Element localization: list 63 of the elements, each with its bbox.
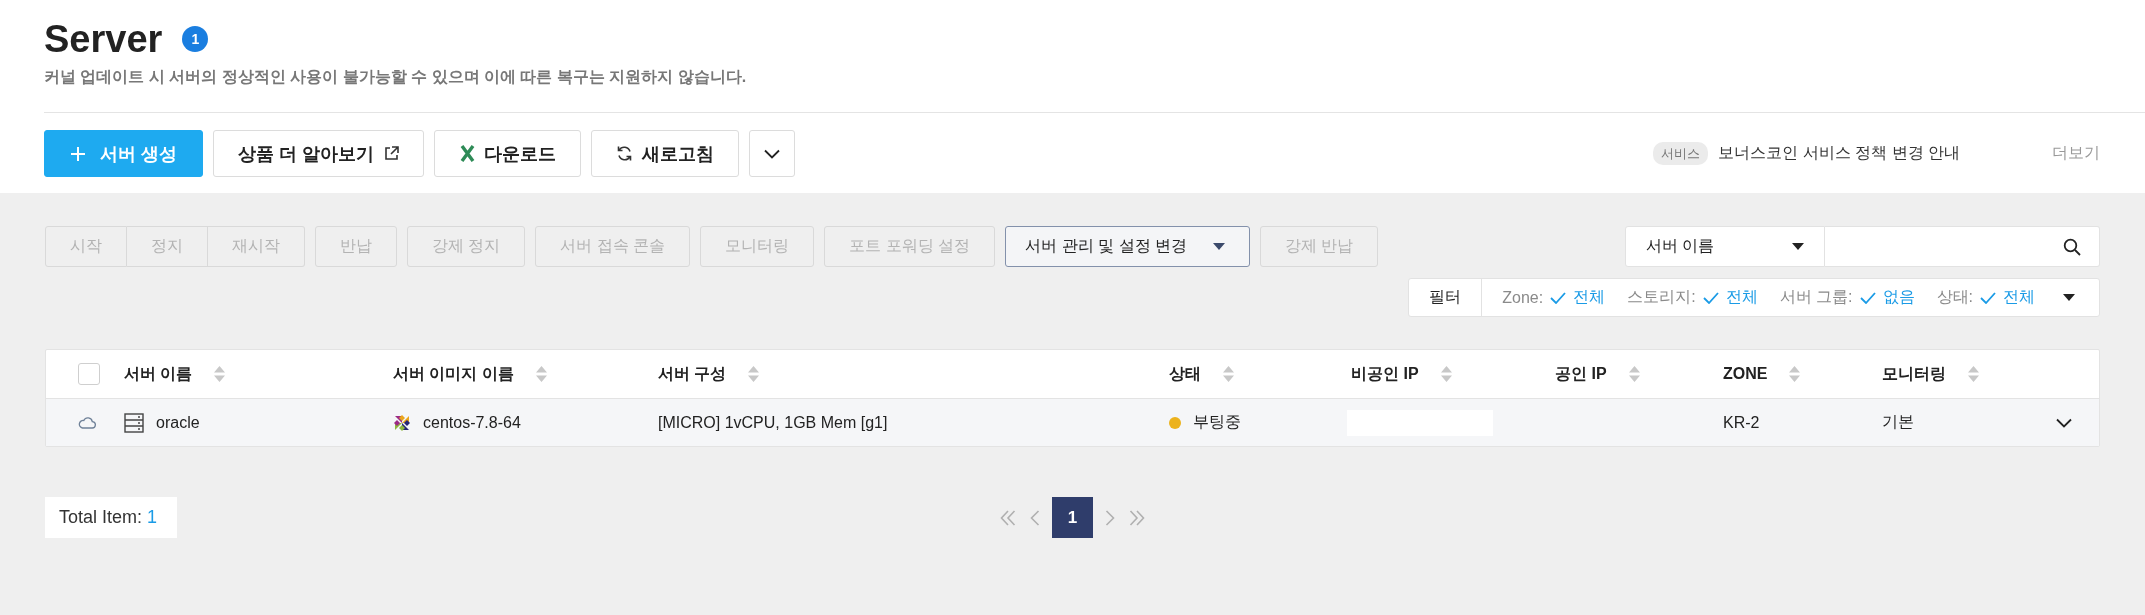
- check-icon: [1859, 291, 1876, 304]
- monitoring-text: 기본: [1882, 412, 1914, 432]
- learn-more-button[interactable]: 상품 더 알아보기: [213, 130, 424, 177]
- check-icon: [1980, 291, 1996, 304]
- spreadsheet-icon: [459, 145, 475, 162]
- search-icon: [2063, 237, 2081, 256]
- refresh-button[interactable]: 새로고침: [591, 130, 739, 177]
- cloud-icon: [78, 416, 96, 429]
- page-title: Server: [44, 19, 163, 59]
- field-select[interactable]: 서버 이름: [1625, 226, 1825, 267]
- zone-text: KR-2: [1723, 413, 1760, 432]
- select-all-checkbox[interactable]: [78, 363, 100, 385]
- refresh-icon: [616, 145, 633, 162]
- chevron-down-icon: [764, 148, 780, 159]
- sort-icon: [748, 366, 760, 382]
- more-button[interactable]: [749, 130, 795, 177]
- sort-icon: [1628, 366, 1640, 382]
- dropdown-button[interactable]: 서버 관리 및 설정 변경: [1005, 226, 1250, 267]
- news-link[interactable]: 보너스코인 서비스 정책 변경 안내: [1718, 143, 1960, 164]
- filter-name: 서버 그룹:: [1779, 287, 1853, 307]
- filter-name: 스토리지:: [1627, 287, 1696, 307]
- plus-icon: [70, 145, 86, 162]
- download-button[interactable]: 다운로드: [434, 130, 581, 177]
- chevron-right-icon: [1105, 509, 1115, 526]
- check-icon: [1550, 291, 1567, 304]
- caret-down-icon: [1792, 243, 1804, 250]
- column-header[interactable]: 서버 구성: [658, 363, 727, 385]
- server-icon: [124, 412, 144, 433]
- column-header[interactable]: 상태: [1169, 363, 1201, 385]
- sort-icon: [1223, 366, 1234, 382]
- filter-label: 필터: [1409, 279, 1483, 316]
- notice-text: 커널 업데이트 시 서버의 정상적인 사용이 불가능할 수 있으며 이에 따른 복구는 지원하지 않습니다.: [44, 67, 748, 87]
- server-spec: [MICRO] 1vCPU, 1GB Mem [g1]: [658, 413, 888, 432]
- filter-name: Zone:: [1502, 288, 1544, 307]
- column-header[interactable]: 서버 이름: [124, 363, 193, 385]
- caret-down-icon: [2063, 294, 2075, 301]
- status-text: 부팅중: [1193, 412, 1241, 432]
- image-name: centos-7.8-64: [423, 413, 521, 432]
- chevron-down-icon: [2056, 417, 2072, 428]
- server-name[interactable]: oracle: [156, 413, 200, 432]
- check-icon: [1702, 291, 1719, 304]
- chevron-left-icon: [1030, 509, 1040, 526]
- column-header[interactable]: 공인 IP: [1555, 363, 1607, 385]
- caret-down-icon: [1213, 243, 1225, 250]
- page-button[interactable]: 1: [1052, 497, 1093, 538]
- search-field[interactable]: [1825, 226, 2100, 267]
- double-chevron-right-icon: [1129, 509, 1145, 526]
- sort-icon: [1789, 366, 1801, 382]
- sort-icon: [1440, 366, 1452, 382]
- column-header[interactable]: 서버 이미지 이름: [393, 363, 514, 385]
- filter-name: 상태:: [1936, 287, 1973, 307]
- total-count: Total Item: 1: [45, 497, 178, 538]
- double-chevron-left-icon: [1000, 509, 1016, 526]
- category-tag: 서비스: [1653, 142, 1709, 165]
- column-header[interactable]: 비공인 IP: [1351, 363, 1419, 385]
- column-header[interactable]: 모니터링: [1882, 363, 1946, 385]
- sort-icon: [1968, 366, 1979, 382]
- count-badge: 1: [182, 26, 209, 52]
- column-header[interactable]: ZONE: [1723, 365, 1768, 383]
- external-link-icon: [383, 146, 399, 161]
- sort-icon: [535, 366, 547, 382]
- sort-icon: [214, 366, 226, 382]
- pinwheel-icon: [393, 413, 411, 432]
